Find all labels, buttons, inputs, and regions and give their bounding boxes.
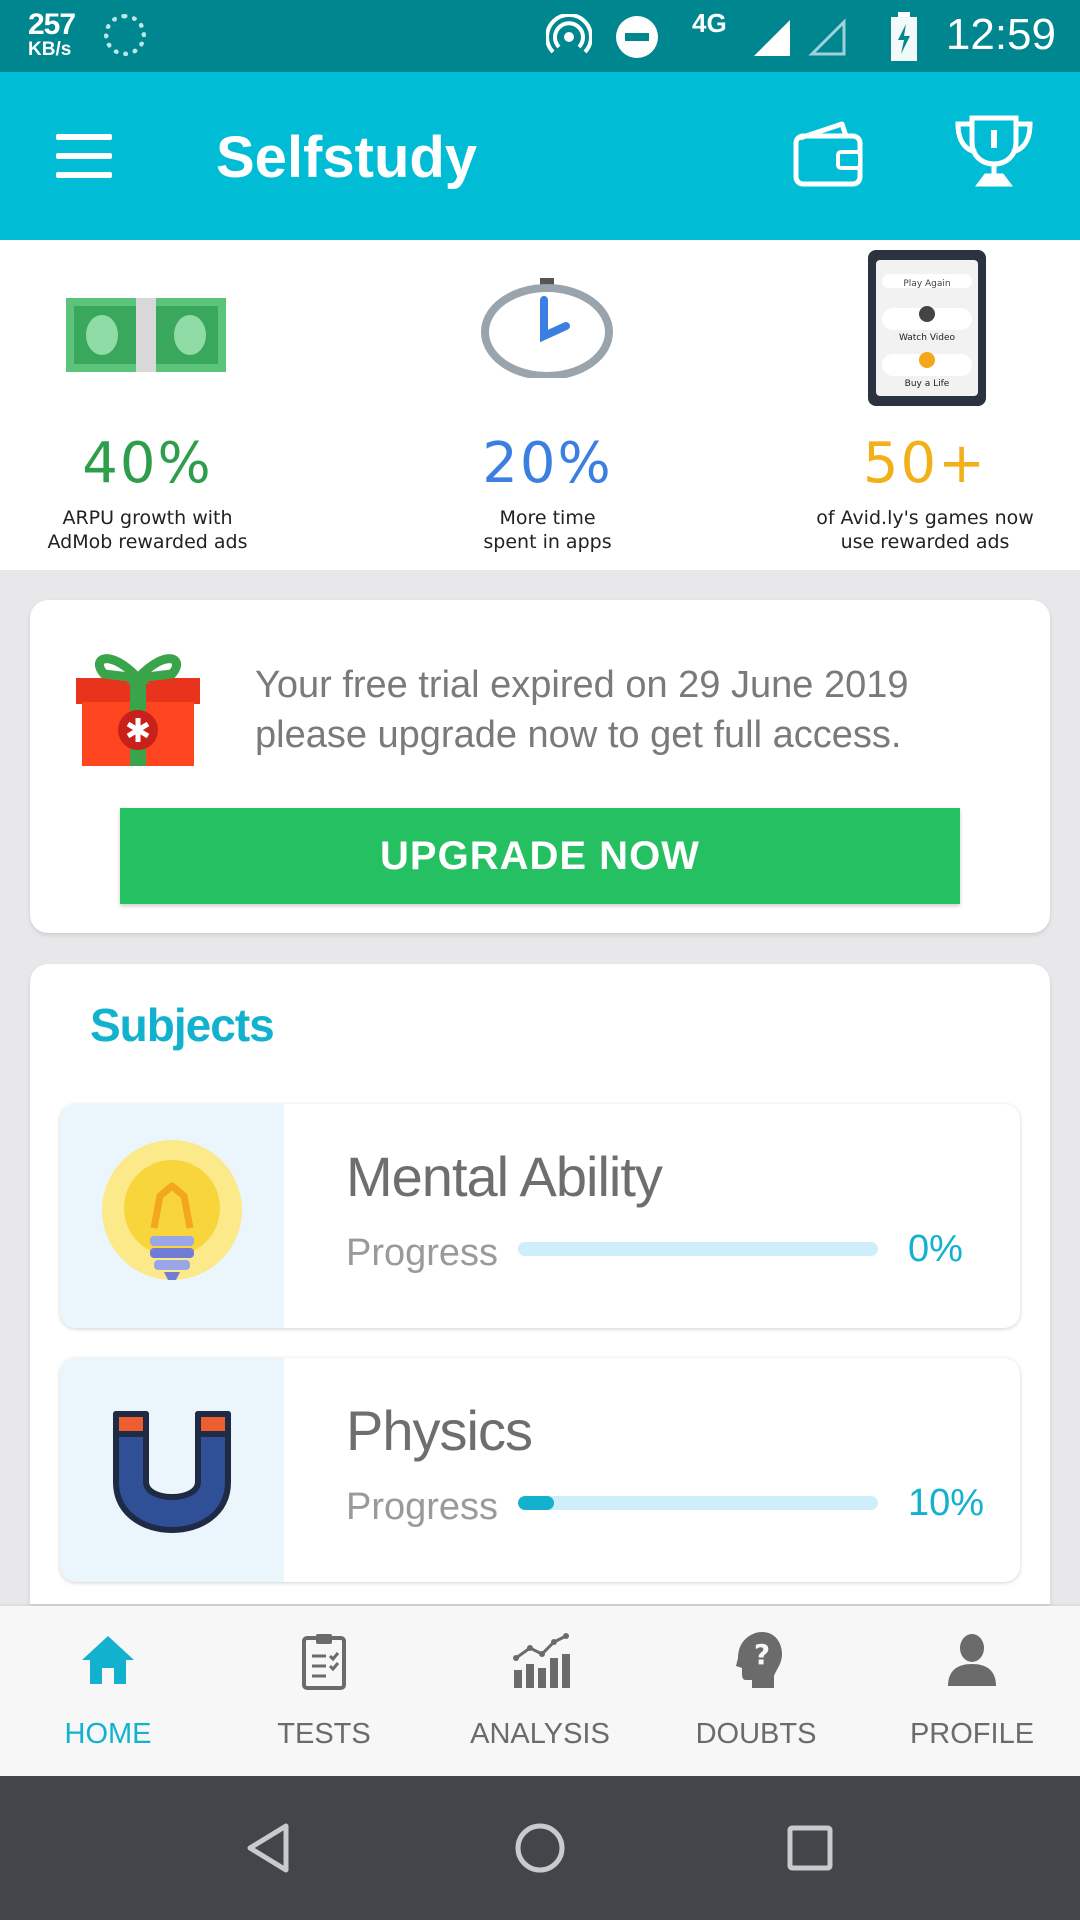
nav-label: TESTS <box>277 1718 371 1750</box>
clipboard-icon <box>302 1634 346 1690</box>
subjects-title: Subjects <box>90 999 275 1051</box>
phone-menu-buy-life: Buy a Life <box>905 379 950 389</box>
app-title: Selfstudy <box>216 125 478 190</box>
signal-icon <box>754 20 790 56</box>
progress-fill <box>518 1496 554 1510</box>
subject-name: Physics <box>346 1399 533 1462</box>
wallet-icon[interactable] <box>790 116 866 192</box>
network-speed: 257 KB/s <box>28 8 76 60</box>
clock: 12:59 <box>945 10 1056 59</box>
nav-tests[interactable]: TESTS <box>216 1606 432 1776</box>
nav-profile[interactable]: PROFILE <box>864 1606 1080 1776</box>
phone-icon: Play Again Watch Video Buy a Life <box>868 250 986 406</box>
nav-label: HOME <box>64 1718 152 1750</box>
nav-label: DOUBTS <box>695 1718 817 1750</box>
menu-icon[interactable] <box>56 134 112 178</box>
hotspot-icon <box>546 14 592 54</box>
trophy-icon[interactable] <box>952 112 1036 196</box>
trial-message-line2: please upgrade now to get full access. <box>255 714 902 756</box>
trial-message-line1: Your free trial expired on 29 June 2019 <box>255 664 909 706</box>
system-navigation-bar <box>0 1776 1080 1920</box>
nav-home[interactable]: HOME <box>0 1606 216 1776</box>
stat-arpu: 40% ARPU growth with AdMob rewarded ads <box>10 434 285 554</box>
do-not-disturb-icon <box>616 16 658 58</box>
signal-empty-icon <box>808 18 846 56</box>
app-bar: Selfstudy <box>0 72 1080 240</box>
progress-label: Progress <box>346 1486 499 1528</box>
stat-caption-line1: ARPU growth with <box>62 507 233 529</box>
progress-label: Progress <box>346 1232 499 1274</box>
phone-menu-watch-video: Watch Video <box>899 333 956 343</box>
nav-doubts[interactable]: ? DOUBTS <box>648 1606 864 1776</box>
person-icon <box>948 1634 996 1686</box>
gift-icon <box>76 654 200 766</box>
phone-menu-play-again: Play Again <box>903 279 950 289</box>
stat-value: 50+ <box>862 431 988 496</box>
nav-label: ANALYSIS <box>470 1718 610 1750</box>
stat-value: 40% <box>82 431 213 496</box>
promo-banner[interactable]: Play Again Watch Video Buy a Life 40% AR… <box>0 240 1080 570</box>
recents-icon[interactable] <box>780 1818 840 1878</box>
network-speed-unit: KB/s <box>28 39 72 60</box>
trial-card: Your free trial expired on 29 June 2019 … <box>30 600 1050 933</box>
lightbulb-icon <box>102 1140 242 1280</box>
question-head-icon: ? <box>736 1632 782 1688</box>
magnet-icon <box>113 1411 231 1533</box>
analysis-chart-icon <box>513 1633 570 1688</box>
progress-bar <box>518 1242 878 1256</box>
progress-percent: 10% <box>908 1482 985 1524</box>
subject-item-mental-ability[interactable]: Mental Ability Progress 0% <box>60 1104 1020 1328</box>
stat-time: 20% More time spent in apps <box>410 434 685 554</box>
subject-name: Mental Ability <box>346 1145 663 1208</box>
battery-charging-icon <box>891 12 917 61</box>
subject-item-physics[interactable]: Physics Progress 10% <box>60 1358 1020 1582</box>
nav-label: PROFILE <box>909 1718 1035 1750</box>
clock-icon <box>481 278 613 378</box>
money-icon <box>66 298 226 372</box>
trial-message: Your free trial expired on 29 June 2019 … <box>255 660 1015 760</box>
subjects-card: Subjects Mental Ability Progress 0% Phys… <box>30 964 1050 1604</box>
nav-analysis[interactable]: ANALYSIS <box>432 1606 648 1776</box>
status-bar: 257 KB/s 4G 12:59 <box>0 0 1080 72</box>
stat-caption-line1: More time <box>499 507 596 529</box>
stat-games: 50+ of Avid.ly's games now use rewarded … <box>780 434 1070 554</box>
home-icon <box>82 1636 134 1684</box>
stat-caption-line2: spent in apps <box>483 531 612 553</box>
sync-icon <box>104 14 146 56</box>
stat-caption-line1: of Avid.ly's games now <box>816 507 1034 529</box>
back-icon[interactable] <box>240 1818 300 1878</box>
stat-caption-line2: use rewarded ads <box>840 531 1010 553</box>
stat-caption-line2: AdMob rewarded ads <box>47 531 248 553</box>
progress-percent: 0% <box>908 1228 963 1270</box>
home-circle-icon[interactable] <box>510 1818 570 1878</box>
stat-value: 20% <box>482 431 613 496</box>
progress-bar <box>518 1496 878 1510</box>
bottom-navigation: HOME TESTS ANALYSIS ? DOUBTS PROFILE <box>0 1606 1080 1776</box>
svg-text:?: ? <box>754 1638 770 1671</box>
network-type: 4G <box>692 8 727 38</box>
upgrade-now-button[interactable]: UPGRADE NOW <box>120 808 960 904</box>
network-speed-value: 257 <box>28 8 76 41</box>
